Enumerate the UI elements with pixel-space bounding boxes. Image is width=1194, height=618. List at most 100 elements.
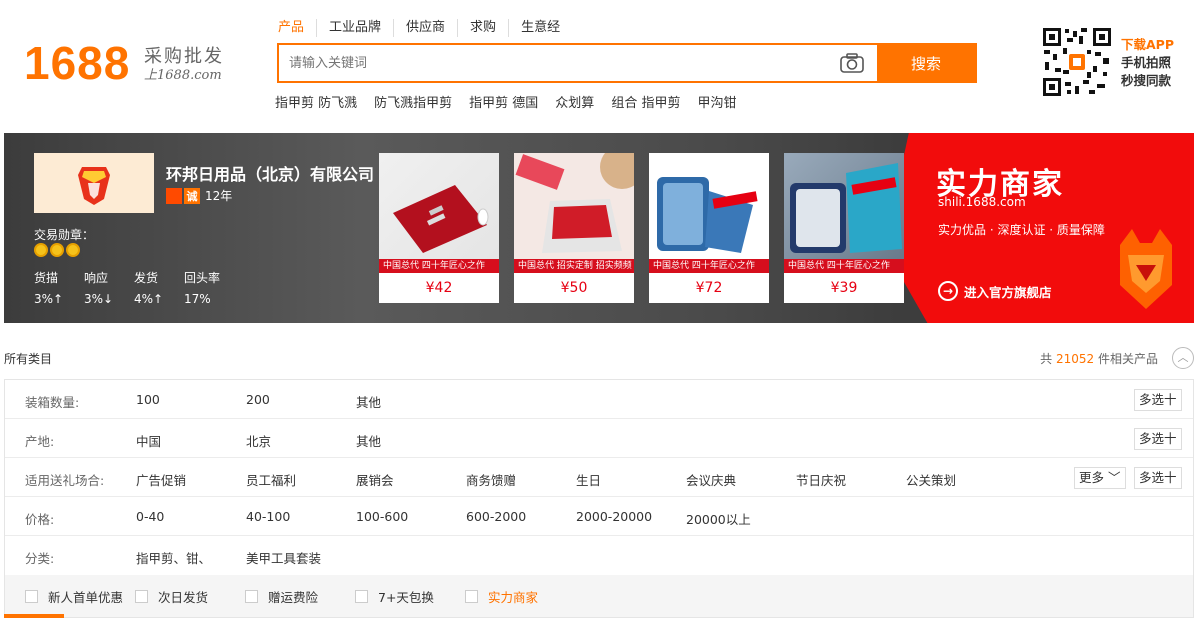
hot-word[interactable]: 指甲剪 德国 — [469, 92, 538, 111]
stat-repurchase: 回头率 17% — [184, 269, 234, 306]
filter-option[interactable]: 北京 — [246, 431, 271, 450]
stat-value: 4%↑ — [134, 292, 164, 306]
qr-code-icon[interactable] — [1041, 26, 1113, 98]
supplier-badge-icon — [166, 187, 182, 204]
checkbox-label: 次日发货 — [158, 590, 209, 605]
enter-flagship-label: 进入官方旗舰店 — [964, 284, 1052, 300]
checkbox[interactable] — [465, 590, 478, 603]
multi-select-label: 多选 — [1139, 392, 1165, 407]
product-card[interactable]: 中国总代 四十年匠心之作 ¥72 — [649, 153, 769, 303]
product-price: ¥50 — [560, 280, 588, 296]
search-tabs: 产品 工业品牌 供应商 求购 生意经 — [278, 19, 572, 37]
filter-option[interactable]: 节日庆祝 — [796, 470, 846, 489]
product-image: 中国总代 招实定制 招实频频 — [514, 153, 634, 273]
count-number: 21052 — [1055, 352, 1095, 366]
featured-products: 中国总代 四十年匠心之作 ¥42 中国总代 招实定制 招实频频 ¥50 中国总代… — [379, 153, 919, 303]
plus-icon: 十 — [1164, 470, 1177, 485]
hot-word[interactable]: 众划算 — [555, 92, 594, 111]
multi-select-label: 多选 — [1139, 431, 1165, 446]
filter-option[interactable]: 100-600 — [356, 509, 408, 524]
filter-option[interactable]: 其他 — [356, 431, 381, 450]
filter-panel: 装箱数量: 100 200 其他 多选十 产地: 中国 北京 其他 多选十 适用… — [4, 379, 1194, 576]
filter-shili-merchant[interactable]: 实力商家 — [465, 587, 538, 606]
product-card[interactable]: 中国总代 招实定制 招实频频 ¥50 — [514, 153, 634, 303]
filter-option[interactable]: 广告促销 — [136, 470, 186, 489]
filter-option[interactable]: 20000以上 — [686, 509, 751, 528]
checkbox-label: 赠运费险 — [268, 590, 319, 605]
filter-option[interactable]: 其他 — [356, 392, 381, 411]
count-suffix: 件相关产品 — [1097, 352, 1158, 366]
filter-option[interactable]: 2000-20000 — [576, 509, 652, 524]
product-price: ¥72 — [695, 280, 723, 296]
company-name[interactable]: 环邦日用品（北京）有限公司 — [166, 161, 374, 185]
product-image: 中国总代 四十年匠心之作 — [784, 153, 904, 273]
filter-option[interactable]: 展销会 — [356, 470, 394, 489]
hot-word[interactable]: 防飞溅指甲剪 — [374, 92, 452, 111]
multi-select-button[interactable]: 多选十 — [1134, 389, 1182, 411]
search-box: 搜索 — [277, 43, 977, 83]
enter-flagship-link[interactable]: → 进入官方旗舰店 — [938, 281, 1052, 301]
filter-option[interactable]: 会议庆典 — [686, 470, 736, 489]
count-prefix: 共 — [1040, 352, 1053, 366]
site-header: 1688 采购批发 上1688.com 产品 工业品牌 供应商 求购 生意经 搜… — [0, 0, 1194, 120]
hot-word[interactable]: 指甲剪 防飞溅 — [275, 92, 357, 111]
hot-word[interactable]: 甲沟钳 — [697, 92, 736, 111]
shili-slogan: 实力优品 · 深度认证 · 质量保障 — [938, 223, 1105, 237]
filter-freight-insurance[interactable]: 赠运费险 — [245, 587, 318, 606]
multi-select-button[interactable]: 多选十 — [1134, 467, 1182, 489]
app-line-search: 秒搜同款 — [1121, 73, 1172, 88]
filter-next-day[interactable]: 次日发货 — [135, 587, 208, 606]
filter-option[interactable]: 指甲剪、钳、 — [136, 548, 211, 567]
more-button[interactable]: 更多 ﹀ — [1074, 467, 1126, 489]
trade-medals — [34, 243, 82, 257]
filter-option[interactable]: 生日 — [576, 470, 601, 489]
filter-option[interactable]: 公关策划 — [906, 470, 956, 489]
filter-7-day-exchange[interactable]: 7+天包换 — [355, 587, 434, 606]
collapse-icon[interactable]: ︿ — [1172, 347, 1194, 369]
filter-option[interactable]: 美甲工具套装 — [246, 548, 321, 567]
product-card[interactable]: 中国总代 四十年匠心之作 ¥42 — [379, 153, 499, 303]
checkbox[interactable] — [135, 590, 148, 603]
chevron-down-icon: ﹀ — [1104, 470, 1121, 485]
multi-select-button[interactable]: 多选十 — [1134, 428, 1182, 450]
tab-brands[interactable]: 工业品牌 — [316, 19, 393, 37]
stat-label: 响应 — [84, 271, 109, 285]
app-download-text[interactable]: 下载APP 手机拍照 秒搜同款 — [1121, 36, 1174, 90]
filter-option[interactable]: 100 — [136, 392, 160, 407]
filter-option[interactable]: 40-100 — [246, 509, 290, 524]
product-card[interactable]: 中国总代 四十年匠心之作 ¥39 — [784, 153, 904, 303]
stat-value: 3%↓ — [84, 292, 114, 306]
company-logo[interactable] — [34, 153, 154, 213]
download-app-link[interactable]: 下载APP — [1121, 36, 1174, 54]
trade-medal-label: 交易勋章： — [34, 228, 95, 242]
medal-icon — [66, 243, 80, 257]
tab-suppliers[interactable]: 供应商 — [393, 19, 457, 37]
checkbox[interactable] — [355, 590, 368, 603]
filter-option[interactable]: 0-40 — [136, 509, 164, 524]
filter-option[interactable]: 200 — [246, 392, 270, 407]
tab-business[interactable]: 生意经 — [508, 19, 572, 37]
all-categories-link[interactable]: 所有类目 — [4, 350, 52, 367]
camera-icon[interactable] — [839, 52, 865, 74]
hot-word[interactable]: 组合 指甲剪 — [611, 92, 680, 111]
filter-option[interactable]: 商务馈赠 — [466, 470, 516, 489]
shili-url: shili.1688.com — [938, 195, 1026, 209]
filter-option[interactable]: 员工福利 — [246, 470, 296, 489]
site-logo[interactable]: 1688 采购批发 上1688.com — [24, 38, 244, 88]
more-label: 更多 — [1079, 470, 1105, 485]
checkbox[interactable] — [245, 590, 258, 603]
search-input[interactable] — [279, 45, 834, 81]
search-button[interactable]: 搜索 — [877, 45, 975, 81]
tab-buying[interactable]: 求购 — [457, 19, 508, 37]
filter-label: 适用送礼场合: — [25, 473, 105, 488]
fox-logo-icon — [78, 167, 110, 205]
filter-option[interactable]: 中国 — [136, 431, 161, 450]
filter-new-user[interactable]: 新人首单优惠 — [25, 587, 123, 606]
checkbox-label: 新人首单优惠 — [48, 590, 124, 605]
stat-label: 发货 — [134, 271, 159, 285]
medal-icon — [34, 243, 48, 257]
checkbox[interactable] — [25, 590, 38, 603]
filter-option[interactable]: 600-2000 — [466, 509, 526, 524]
tab-products[interactable]: 产品 — [278, 19, 316, 37]
plus-icon: 十 — [1164, 431, 1177, 446]
